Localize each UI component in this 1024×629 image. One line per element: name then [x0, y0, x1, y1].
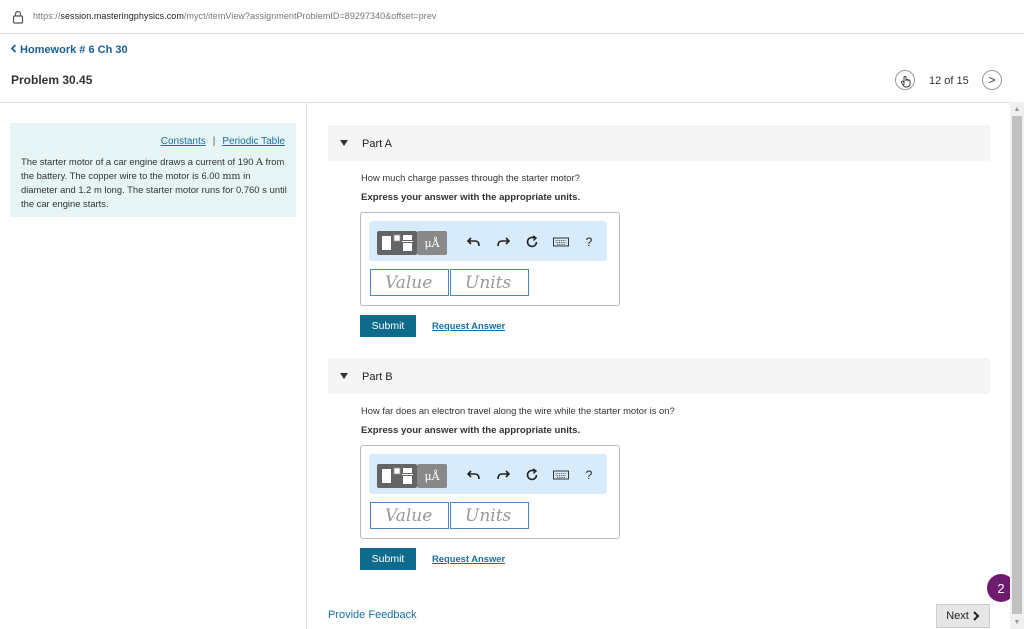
problem-title: Problem 30.45 — [11, 73, 93, 87]
problem-info-box: Constants | Periodic Table The starter mot… — [10, 123, 296, 217]
periodic-table-link[interactable]: Periodic Table — [222, 136, 285, 147]
info-links: Constants | Periodic Table — [161, 136, 285, 147]
part-a-question: How much charge passes through the start… — [361, 172, 580, 183]
redo-icon[interactable] — [495, 467, 511, 483]
part-a-toolbar: μÅ ? — [369, 221, 607, 261]
part-a-header[interactable]: Part A — [328, 125, 990, 161]
hand-pointer-icon — [901, 76, 911, 88]
part-a-label: Part A — [362, 138, 392, 150]
collapse-triangle-icon — [340, 373, 348, 379]
problem-statement: The starter motor of a car engine draws … — [21, 156, 287, 209]
part-b-answer-box: μÅ ? — [360, 445, 620, 539]
part-a-answer-box: μÅ ? — [360, 212, 620, 306]
part-b-toolbar: μÅ ? — [369, 454, 607, 494]
part-a-instruction: Express your answer with the appropriate… — [361, 192, 581, 203]
chevron-left-icon — [10, 44, 17, 56]
browser-url-bar[interactable]: https://session.masteringphysics.com/myc… — [0, 0, 1024, 34]
reset-icon[interactable] — [524, 234, 540, 250]
problem-counter: 12 of 15 — [929, 75, 969, 87]
constants-link[interactable]: Constants — [161, 136, 206, 147]
help-icon[interactable]: ? — [581, 467, 597, 483]
chevron-right-icon — [973, 611, 980, 621]
part-b-value-input[interactable] — [370, 502, 449, 529]
templates-icon[interactable] — [377, 464, 417, 488]
part-a-submit-button[interactable]: Submit — [360, 315, 416, 337]
keyboard-icon[interactable] — [553, 234, 569, 250]
part-b-request-answer-link[interactable]: Request Answer — [432, 553, 505, 564]
part-b-header[interactable]: Part B — [328, 358, 990, 394]
scroll-thumb[interactable] — [1012, 116, 1022, 614]
back-link-label: Homework # 6 Ch 30 — [20, 44, 128, 56]
scroll-down-icon[interactable]: ▼ — [1010, 615, 1024, 629]
collapse-triangle-icon — [340, 140, 348, 146]
next-button-label: Next — [946, 610, 969, 622]
lock-icon — [12, 10, 24, 24]
chevron-right-icon: > — [988, 73, 996, 87]
part-a-request-answer-link[interactable]: Request Answer — [432, 320, 505, 331]
keyboard-icon[interactable] — [553, 467, 569, 483]
reset-icon[interactable] — [524, 467, 540, 483]
part-a-value-input[interactable] — [370, 269, 449, 296]
help-icon[interactable]: ? — [581, 234, 597, 250]
part-b-label: Part B — [362, 371, 393, 383]
header-divider — [0, 102, 1010, 103]
undo-icon[interactable] — [466, 467, 482, 483]
page-scrollbar[interactable]: ▲ ▼ — [1010, 102, 1024, 629]
units-icon[interactable]: μÅ — [417, 464, 447, 488]
next-button[interactable]: Next — [936, 604, 990, 628]
scroll-up-icon[interactable]: ▲ — [1010, 102, 1024, 116]
part-b-units-input[interactable] — [450, 502, 529, 529]
back-to-homework-link[interactable]: Homework # 6 Ch 30 — [10, 44, 128, 56]
provide-feedback-link[interactable]: Provide Feedback — [328, 609, 417, 621]
undo-icon[interactable] — [466, 234, 482, 250]
part-a-units-input[interactable] — [450, 269, 529, 296]
column-divider — [306, 102, 307, 629]
part-b-question: How far does an electron travel along th… — [361, 405, 675, 416]
link-separator: | — [212, 136, 216, 147]
part-b-instruction: Express your answer with the appropriate… — [361, 425, 581, 436]
redo-icon[interactable] — [495, 234, 511, 250]
previous-problem-button[interactable] — [895, 70, 915, 90]
part-b-submit-button[interactable]: Submit — [360, 548, 416, 570]
templates-icon[interactable] — [377, 231, 417, 255]
units-icon[interactable]: μÅ — [417, 231, 447, 255]
next-problem-button[interactable]: > — [982, 70, 1002, 90]
url-text[interactable]: https://session.masteringphysics.com/myc… — [33, 11, 436, 21]
